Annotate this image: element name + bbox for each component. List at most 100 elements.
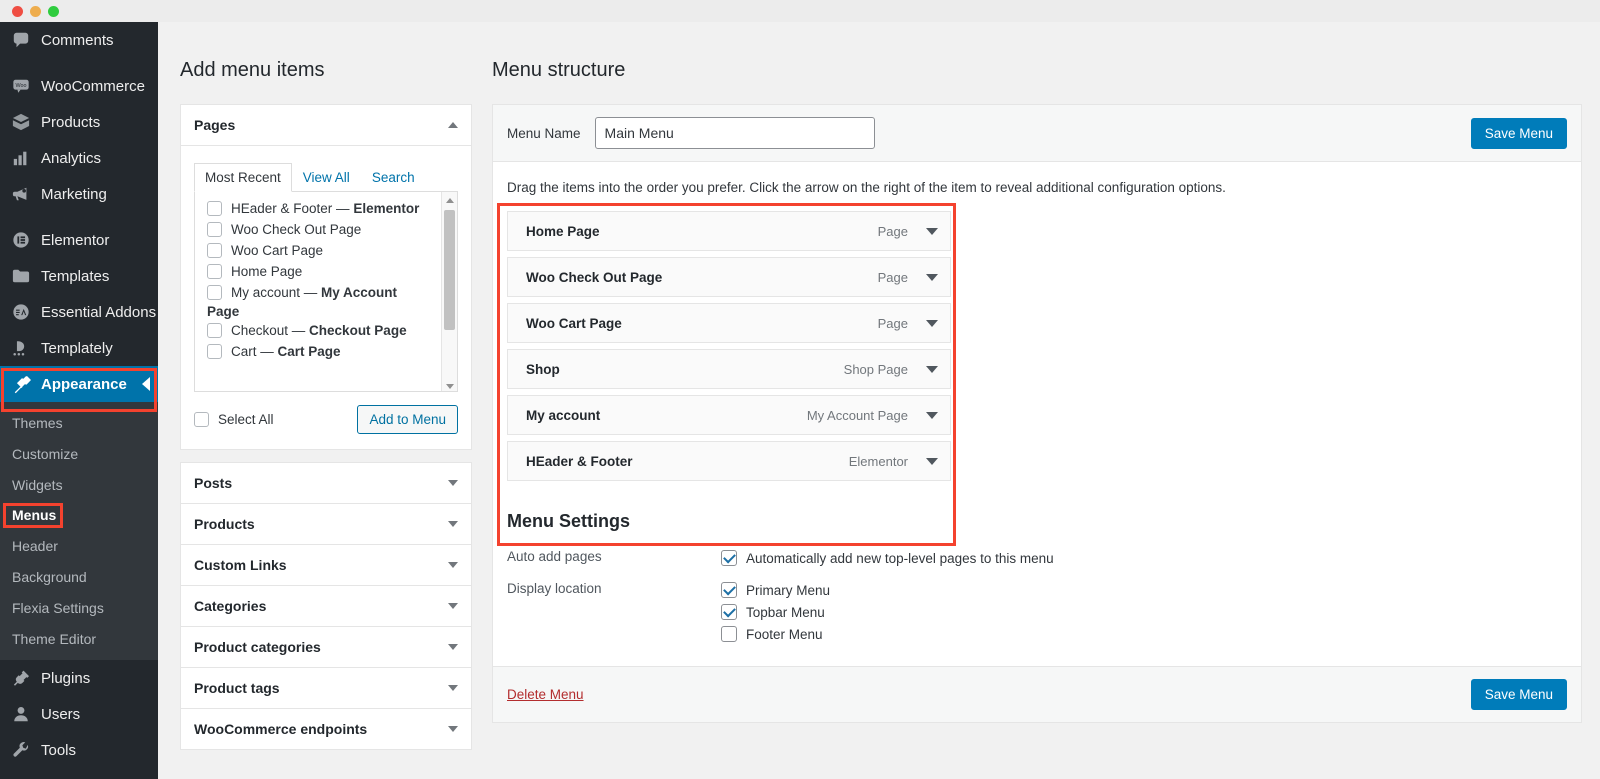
caret-up-icon[interactable]: [448, 122, 458, 128]
checkbox-box: [721, 582, 737, 598]
location-label: Primary Menu: [746, 583, 830, 598]
sidebar-item-tools[interactable]: Tools: [0, 732, 158, 768]
sidebar-item-analytics[interactable]: Analytics: [0, 140, 158, 176]
display-location-label: Display location: [507, 579, 721, 596]
submenu-item-customize[interactable]: Customize: [0, 439, 158, 470]
location-checkbox-primary-menu[interactable]: Primary Menu: [721, 579, 830, 601]
submenu-item-widgets[interactable]: Widgets: [0, 470, 158, 501]
page-checkbox-row[interactable]: Cart — Cart Page: [195, 341, 457, 362]
appearance-icon: [10, 374, 32, 394]
add-to-menu-button[interactable]: Add to Menu: [357, 405, 458, 434]
caret-down-icon[interactable]: [448, 480, 458, 486]
menu-item-row[interactable]: Woo Cart PagePage: [507, 303, 951, 343]
accordion-header-posts[interactable]: Posts: [181, 463, 471, 503]
menu-name-label: Menu Name: [507, 126, 581, 141]
caret-down-icon[interactable]: [448, 521, 458, 527]
pages-tabs: Most RecentView AllSearch: [194, 162, 458, 192]
pages-tab-view-all[interactable]: View All: [292, 163, 361, 192]
page-checkbox-row[interactable]: Checkout — Checkout Page: [195, 320, 457, 341]
close-window-button[interactable]: [12, 6, 23, 17]
sidebar-item-products[interactable]: Products: [0, 104, 158, 140]
select-all-checkbox[interactable]: Select All: [194, 412, 274, 427]
pages-tab-most-recent[interactable]: Most Recent: [194, 163, 292, 192]
auto-add-pages-checkbox[interactable]: Automatically add new top-level pages to…: [721, 547, 1054, 569]
expand-item-caret-icon[interactable]: [926, 458, 938, 465]
admin-sidebar: CommentsWooWooCommerceProductsAnalyticsM…: [0, 22, 158, 779]
zoom-window-button[interactable]: [48, 6, 59, 17]
caret-down-icon[interactable]: [448, 603, 458, 609]
expand-item-caret-icon[interactable]: [926, 412, 938, 419]
menu-item-row[interactable]: Woo Check Out PagePage: [507, 257, 951, 297]
accordion-section: Products: [181, 503, 471, 544]
accordion-header-product-tags[interactable]: Product tags: [181, 668, 471, 708]
page-checkbox-row[interactable]: Woo Check Out Page: [195, 219, 457, 240]
products-icon: [10, 112, 32, 132]
menu-item-row[interactable]: My accountMy Account Page: [507, 395, 951, 435]
submenu-item-theme-editor[interactable]: Theme Editor: [0, 624, 158, 655]
checkbox-box: [194, 412, 209, 427]
sidebar-item-essential-addons[interactable]: Essential Addons: [0, 294, 158, 330]
sidebar-item-elementor[interactable]: Elementor: [0, 222, 158, 258]
submenu-item-themes[interactable]: Themes: [0, 408, 158, 439]
sidebar-item-templately[interactable]: Templately: [0, 330, 158, 366]
sidebar-item-plugins[interactable]: Plugins: [0, 660, 158, 696]
pages-list-scrollbar[interactable]: [441, 192, 457, 391]
location-checkbox-topbar-menu[interactable]: Topbar Menu: [721, 601, 830, 623]
page-checkbox-row[interactable]: Home Page: [195, 261, 457, 282]
delete-menu-link[interactable]: Delete Menu: [507, 687, 584, 702]
woocommerce-icon: Woo: [10, 76, 32, 96]
location-label: Topbar Menu: [746, 605, 825, 620]
menu-name-input[interactable]: [595, 117, 875, 149]
menu-item-row[interactable]: HEader & FooterElementor: [507, 441, 951, 481]
page-checkbox-row[interactable]: Woo Cart Page: [195, 240, 457, 261]
caret-down-icon[interactable]: [448, 644, 458, 650]
expand-item-caret-icon[interactable]: [926, 274, 938, 281]
checkbox-box: [207, 201, 222, 216]
pages-accordion-header[interactable]: Pages: [181, 105, 471, 146]
menu-item-row[interactable]: Home PagePage: [507, 211, 951, 251]
sidebar-separator: [0, 58, 158, 68]
sidebar-item-appearance[interactable]: Appearance: [0, 366, 158, 402]
page-checkbox-label: HEader & Footer — Elementor: [231, 201, 419, 216]
accordion-header-products[interactable]: Products: [181, 504, 471, 544]
caret-down-icon[interactable]: [448, 685, 458, 691]
expand-item-caret-icon[interactable]: [926, 366, 938, 373]
sidebar-item-marketing[interactable]: Marketing: [0, 176, 158, 212]
submenu-item-menus[interactable]: Menus: [0, 500, 158, 531]
accordion-header-custom-links[interactable]: Custom Links: [181, 545, 471, 585]
appearance-submenu: ThemesCustomizeWidgetsMenusHeaderBackgro…: [0, 402, 158, 660]
tools-icon: [10, 740, 32, 760]
wp-body: Add menu items Pages Most RecentView All…: [158, 22, 1600, 779]
save-menu-button-bottom[interactable]: Save Menu: [1471, 679, 1567, 710]
checkbox-box: [207, 285, 222, 300]
caret-down-icon[interactable]: [448, 562, 458, 568]
expand-item-caret-icon[interactable]: [926, 228, 938, 235]
submenu-item-background[interactable]: Background: [0, 562, 158, 593]
accordion-header-product-categories[interactable]: Product categories: [181, 627, 471, 667]
sidebar-item-users[interactable]: Users: [0, 696, 158, 732]
submenu-item-header[interactable]: Header: [0, 531, 158, 562]
page-checkbox-row[interactable]: HEader & Footer — Elementor: [195, 198, 457, 219]
scroll-up-button[interactable]: [442, 192, 457, 208]
location-checkbox-footer-menu[interactable]: Footer Menu: [721, 623, 830, 645]
page-checkbox-row[interactable]: My account — My Account: [195, 282, 457, 303]
caret-down-icon[interactable]: [448, 726, 458, 732]
menu-item-title: Shop: [526, 362, 560, 377]
expand-item-caret-icon[interactable]: [926, 320, 938, 327]
minimize-window-button[interactable]: [30, 6, 41, 17]
submenu-item-flexia-settings[interactable]: Flexia Settings: [0, 593, 158, 624]
sidebar-item-woocommerce[interactable]: WooWooCommerce: [0, 68, 158, 104]
accordion-label: WooCommerce endpoints: [194, 721, 367, 737]
menu-item-row[interactable]: ShopShop Page: [507, 349, 951, 389]
scrollbar-thumb[interactable]: [444, 210, 455, 330]
accordion-header-categories[interactable]: Categories: [181, 586, 471, 626]
accordion-header-woocommerce-endpoints[interactable]: WooCommerce endpoints: [181, 709, 471, 749]
menu-item-title: Woo Cart Page: [526, 316, 622, 331]
pages-tab-search[interactable]: Search: [361, 163, 426, 192]
pages-checkbox-list: HEader & Footer — Elementor Woo Check Out…: [194, 192, 458, 392]
sidebar-item-comments[interactable]: Comments: [0, 22, 158, 58]
sidebar-item-templates[interactable]: Templates: [0, 258, 158, 294]
save-menu-button-top[interactable]: Save Menu: [1471, 118, 1567, 149]
elementor-icon: [10, 230, 32, 250]
scroll-down-button[interactable]: [442, 384, 458, 389]
